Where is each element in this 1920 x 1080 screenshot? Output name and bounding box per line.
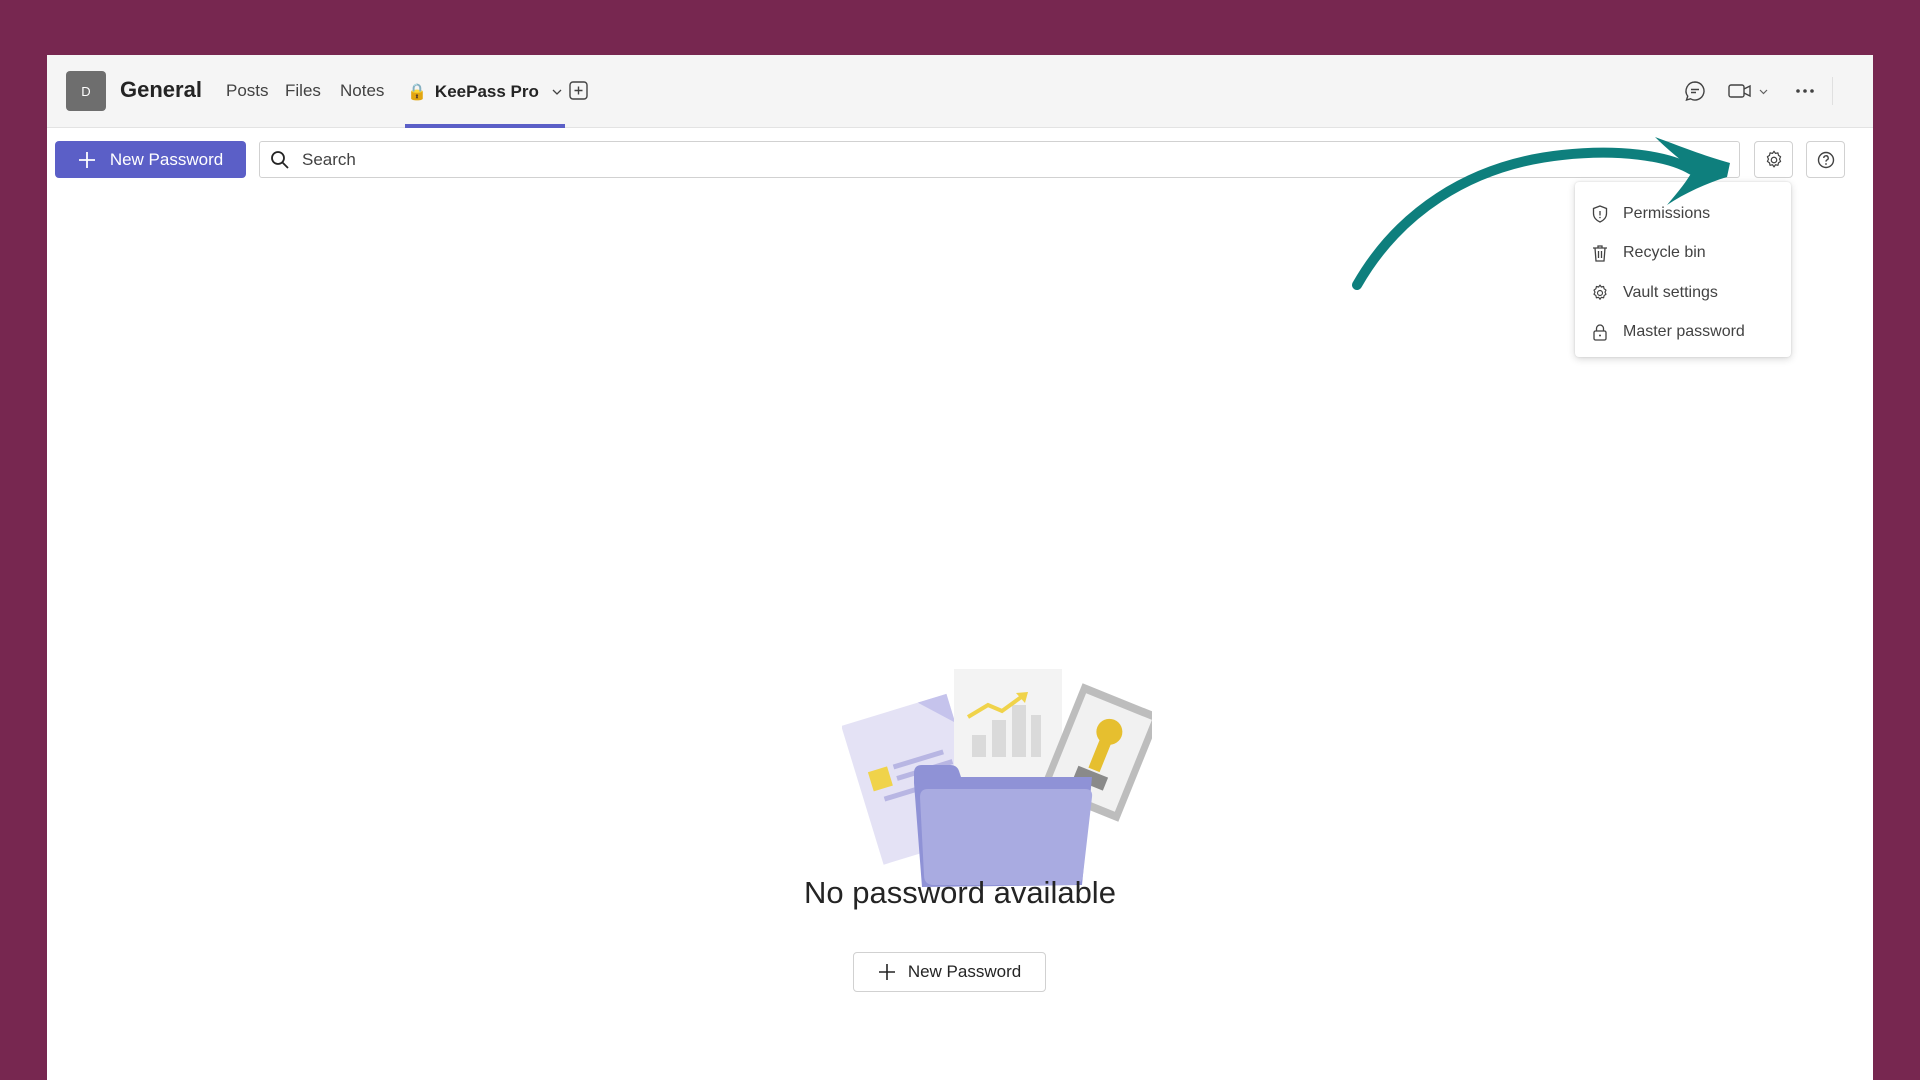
channel-header: D General Posts Files Notes 🔒 KeePass Pr… <box>47 55 1873 128</box>
app-window: D General Posts Files Notes 🔒 KeePass Pr… <box>47 55 1873 1080</box>
search-icon <box>271 150 289 169</box>
channel-name: General <box>120 77 202 102</box>
help-icon <box>1817 151 1834 168</box>
tab-posts[interactable]: Posts <box>226 81 269 101</box>
more-options-icon[interactable] <box>1795 88 1815 94</box>
keepass-lock-icon: 🔒 <box>407 83 427 101</box>
tab-keepass-label: KeePass Pro <box>434 81 539 101</box>
empty-folder-illustration <box>842 669 1152 887</box>
chat-icon[interactable] <box>1683 79 1707 103</box>
header-divider <box>1832 77 1833 105</box>
new-password-button[interactable]: New Password <box>55 141 246 178</box>
empty-state-button-label: New Password <box>907 962 1022 981</box>
annotation-arrow-icon <box>1352 137 1730 290</box>
menu-item-label: Master password <box>1623 323 1745 341</box>
new-password-label: New Password <box>109 149 224 169</box>
add-tab-icon[interactable] <box>568 80 590 102</box>
empty-state-title: No password available <box>804 875 1116 910</box>
video-call-icon[interactable] <box>1727 79 1777 103</box>
menu-item-master-password[interactable]: Master password <box>1575 313 1791 353</box>
tab-keepass-pro[interactable]: 🔒 KeePass Pro <box>405 55 565 128</box>
chevron-down-icon[interactable] <box>551 86 563 98</box>
tab-files[interactable]: Files <box>285 81 321 101</box>
empty-state-new-password-button[interactable]: New Password <box>853 952 1046 992</box>
settings-button[interactable] <box>1754 141 1793 178</box>
team-avatar[interactable]: D <box>66 71 106 111</box>
help-button[interactable] <box>1806 141 1845 178</box>
plus-icon <box>78 151 95 168</box>
plus-icon <box>878 964 895 980</box>
lock-icon <box>1593 324 1607 341</box>
gear-icon <box>1766 150 1781 167</box>
tab-notes[interactable]: Notes <box>340 81 384 101</box>
